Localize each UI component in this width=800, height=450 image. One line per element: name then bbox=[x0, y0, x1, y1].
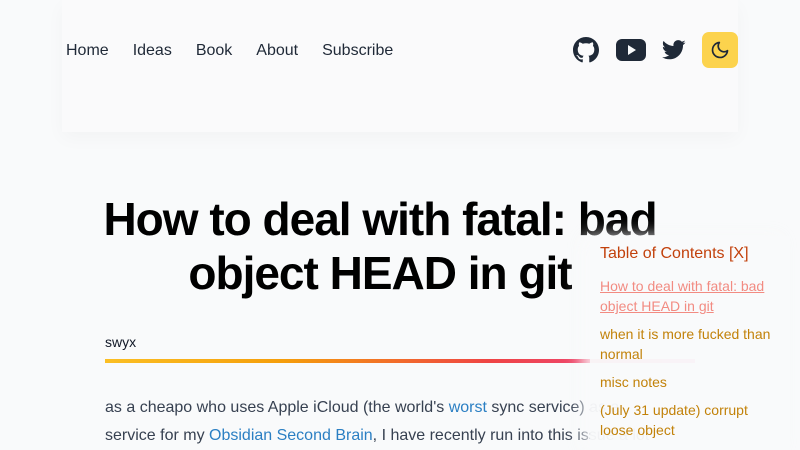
twitter-icon[interactable] bbox=[660, 36, 688, 64]
nav-home[interactable]: Home bbox=[66, 40, 109, 62]
nav-book[interactable]: Book bbox=[196, 40, 232, 62]
obsidian-second-brain-link[interactable]: Obsidian Second Brain bbox=[209, 427, 373, 444]
toc-link[interactable]: when it is more fucked than normal bbox=[600, 326, 770, 362]
toc-list: How to deal with fatal: bad object HEAD … bbox=[600, 276, 780, 440]
toc-item[interactable]: when it is more fucked than normal bbox=[600, 324, 780, 364]
toc-item[interactable]: How to deal with fatal: bad object HEAD … bbox=[600, 276, 780, 316]
author-name: swyx bbox=[105, 334, 137, 350]
nav-subscribe[interactable]: Subscribe bbox=[322, 40, 393, 62]
social-icons bbox=[572, 32, 738, 68]
github-icon[interactable] bbox=[572, 36, 600, 64]
toc-item[interactable]: (July 31 update) corrupt loose object bbox=[600, 400, 780, 440]
nav-about[interactable]: About bbox=[256, 40, 298, 62]
intro-text-1: as a cheapo who uses Apple iCloud (the w… bbox=[105, 399, 449, 416]
nav-ideas[interactable]: Ideas bbox=[133, 40, 172, 62]
title-line-2: object HEAD in git bbox=[188, 247, 572, 299]
youtube-icon[interactable] bbox=[616, 36, 646, 64]
main-nav: Home Ideas Book About Subscribe bbox=[66, 40, 393, 62]
intro-text-3: service for my bbox=[105, 427, 210, 444]
toc-item[interactable]: misc notes bbox=[600, 372, 780, 392]
title-line-1: How to deal with fatal: bad bbox=[103, 193, 657, 245]
toc-title[interactable]: Table of Contents [X] bbox=[600, 244, 780, 264]
table-of-contents: Table of Contents [X] How to deal with f… bbox=[590, 236, 790, 450]
worst-link[interactable]: worst bbox=[449, 399, 487, 416]
theme-toggle-button[interactable] bbox=[702, 32, 738, 68]
toc-link[interactable]: misc notes bbox=[600, 374, 667, 390]
toc-link[interactable]: (July 31 update) corrupt loose object bbox=[600, 402, 748, 438]
toc-link[interactable]: How to deal with fatal: bad object HEAD … bbox=[600, 278, 764, 314]
moon-icon bbox=[711, 41, 729, 59]
